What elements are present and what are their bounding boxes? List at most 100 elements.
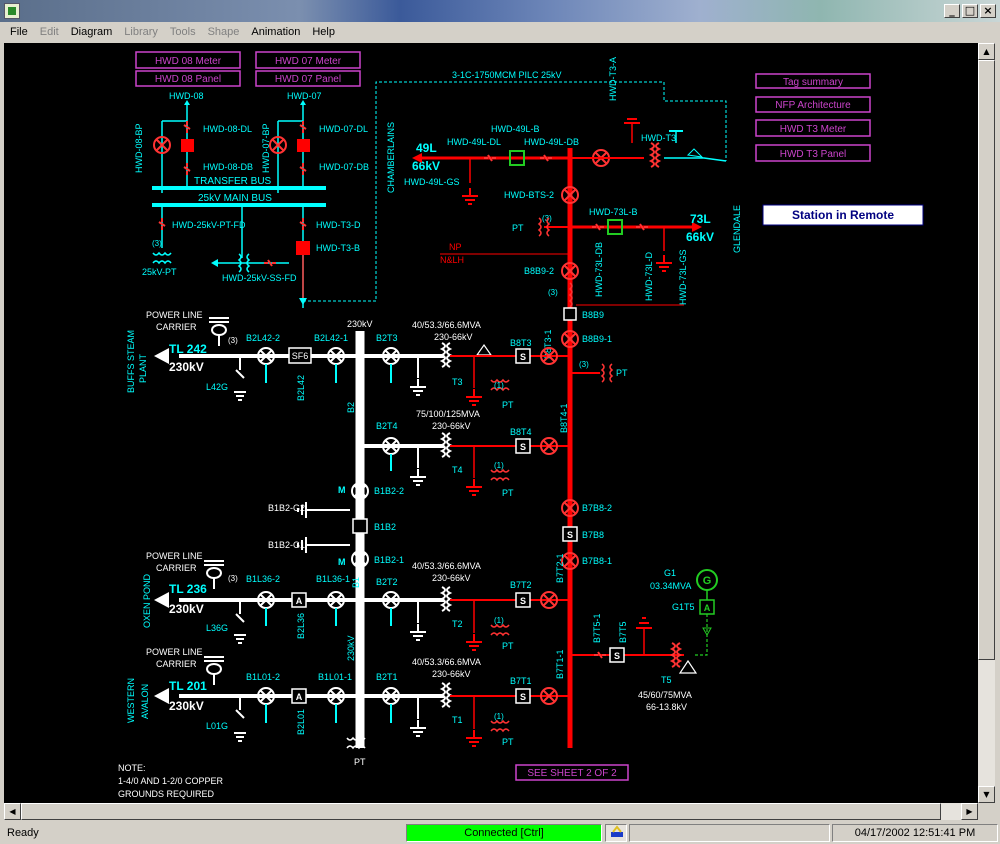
menu-animation[interactable]: Animation (245, 26, 306, 38)
app-icon[interactable] (4, 3, 20, 19)
menu-diagram[interactable]: Diagram (65, 26, 119, 38)
label-49l: 49L (416, 141, 437, 155)
label-mva-t4: 75/100/125MVA (416, 409, 480, 419)
button-hwd07-meter[interactable]: HWD 07 Meter (255, 51, 361, 69)
label-b2t2: B2T2 (376, 577, 398, 587)
switch-hwd07-db[interactable] (299, 163, 307, 175)
label-230kv-vert: 230kV (346, 635, 356, 661)
switch-b8b9[interactable] (563, 307, 577, 321)
scroll-right-arrow-icon[interactable]: ▶ (961, 803, 978, 820)
label-g1t5: G1T5 (672, 602, 695, 612)
label-73l-d: HWD-73L-D (644, 251, 654, 301)
arrow-tl236 (154, 592, 169, 608)
label-plant: PLANT (138, 353, 148, 383)
transformer-t1[interactable] (441, 682, 451, 708)
transformer-t3[interactable] (441, 342, 451, 368)
scroll-up-arrow-icon[interactable]: ▲ (978, 43, 995, 60)
switch-hwd08-dl[interactable] (183, 121, 191, 133)
switch-73l-d[interactable] (636, 223, 648, 231)
label-b8b9-1: B8B9-1 (582, 334, 612, 344)
transformer-t2[interactable] (441, 586, 451, 612)
label-t4-pt: PT (502, 488, 514, 498)
label-t3n: T3 (452, 377, 463, 387)
switch-pt-fd[interactable] (158, 218, 166, 230)
maximize-button[interactable]: □ (962, 4, 978, 18)
menu-help[interactable]: Help (306, 26, 341, 38)
horizontal-scrollbar[interactable]: ◀ ▶ (4, 803, 978, 820)
label-s-b8t3: S (520, 352, 526, 362)
scroll-down-arrow-icon[interactable]: ▼ (978, 786, 995, 803)
label-s-b8t4: S (520, 442, 526, 452)
label-tl242: TL 242 (169, 342, 207, 356)
label-western: WESTERN (126, 678, 136, 723)
label-transfer-bus: TRANSFER BUS (194, 176, 272, 187)
single-line-diagram: HWD 08 Meter HWD 08 Panel HWD 07 Meter H… (118, 51, 924, 799)
switch-73l-db[interactable] (592, 223, 604, 231)
breaker-t3-b[interactable] (296, 241, 310, 255)
label-plc-242a: POWER LINE (146, 310, 203, 320)
label-bts-2: HWD-BTS-2 (504, 190, 554, 200)
scroll-left-arrow-icon[interactable]: ◀ (4, 803, 21, 820)
vertical-scrollbar[interactable]: ▲ ▼ (978, 43, 995, 803)
label-s-b7t1: S (520, 692, 526, 702)
breaker-hwd08-closed[interactable] (181, 139, 194, 152)
button-nfp-architecture[interactable]: NFP Architecture (755, 96, 871, 113)
svg-text:HWD 08 Meter: HWD 08 Meter (155, 56, 222, 67)
breaker-hwd07-closed[interactable] (297, 139, 310, 152)
label-ptb8-count: (3) (579, 360, 589, 369)
label-pt66: PT (512, 223, 524, 233)
label-t3-pt-count: (1) (494, 381, 504, 390)
plc-242-symbol (208, 317, 230, 347)
menu-library[interactable]: Library (118, 26, 164, 38)
button-hwd08-meter[interactable]: HWD 08 Meter (135, 51, 241, 69)
label-plc-242-count: (3) (228, 336, 238, 345)
button-t3-meter[interactable]: HWD T3 Meter (755, 119, 871, 137)
label-glendale: GLENDALE (732, 205, 742, 253)
menu-shape[interactable]: Shape (202, 26, 246, 38)
label-pt230: PT (354, 757, 366, 767)
close-button[interactable]: × (980, 4, 996, 18)
label-mva-t5: 45/60/75MVA (638, 690, 692, 700)
menu-edit[interactable]: Edit (34, 26, 65, 38)
vertical-scroll-thumb[interactable] (978, 60, 995, 660)
label-b1l36-2: B1L36-2 (246, 574, 280, 584)
switch-t3-d[interactable] (299, 218, 307, 230)
switch-hwd07-dl[interactable] (299, 121, 307, 133)
switch-49l-db[interactable] (540, 154, 552, 162)
horizontal-scroll-thumb[interactable] (21, 803, 941, 820)
label-tl201-kv: 230kV (169, 699, 204, 713)
status-ready: Ready (7, 827, 39, 839)
menu-file[interactable]: File (4, 26, 34, 38)
transformer-t4[interactable] (441, 432, 451, 458)
switch-49l-dl[interactable] (484, 154, 496, 162)
title-bar[interactable]: _ □ × (0, 0, 1000, 22)
label-hwd08-db: HWD-08-DB (203, 162, 253, 172)
label-b2t3: B2T3 (376, 333, 398, 343)
minimize-button[interactable]: _ (944, 4, 960, 18)
station-in-remote-indicator[interactable]: Station in Remote (762, 204, 924, 226)
label-a-g1t5: A (704, 603, 711, 613)
menu-tools[interactable]: Tools (164, 26, 202, 38)
label-plc-236b: CARRIER (156, 563, 197, 573)
switch-b1b2[interactable] (352, 518, 368, 534)
label-cable: 3-1C-1750MCM PILC 25kV (452, 70, 562, 80)
label-t2n: T2 (452, 619, 463, 629)
button-hwd07-panel[interactable]: HWD 07 Panel (255, 70, 361, 87)
diagram-canvas[interactable]: HWD 08 Meter HWD 08 Panel HWD 07 Meter H… (4, 43, 978, 803)
label-m-top: M (338, 485, 346, 495)
button-tag-summary[interactable]: Tag summary (755, 73, 871, 89)
switch-ss-fd[interactable] (264, 259, 276, 267)
label-plc-201b: CARRIER (156, 659, 197, 669)
label-b7b8-1: B7B8-1 (582, 556, 612, 566)
arrow-tl201 (154, 688, 169, 704)
label-tl236-kv: 230kV (169, 602, 204, 616)
button-hwd08-panel[interactable]: HWD 08 Panel (135, 70, 241, 87)
status-empty-panel (629, 824, 830, 842)
svg-text:SEE SHEET 2 OF 2: SEE SHEET 2 OF 2 (527, 768, 617, 779)
button-see-sheet-2[interactable]: SEE SHEET 2 OF 2 (515, 764, 629, 781)
button-t3-panel[interactable]: HWD T3 Panel (755, 144, 871, 162)
switch-hwd08-db[interactable] (183, 163, 191, 175)
label-g: G (703, 575, 712, 587)
label-73l-b: HWD-73L-B (589, 207, 638, 217)
transformer-t3-top (650, 142, 660, 168)
